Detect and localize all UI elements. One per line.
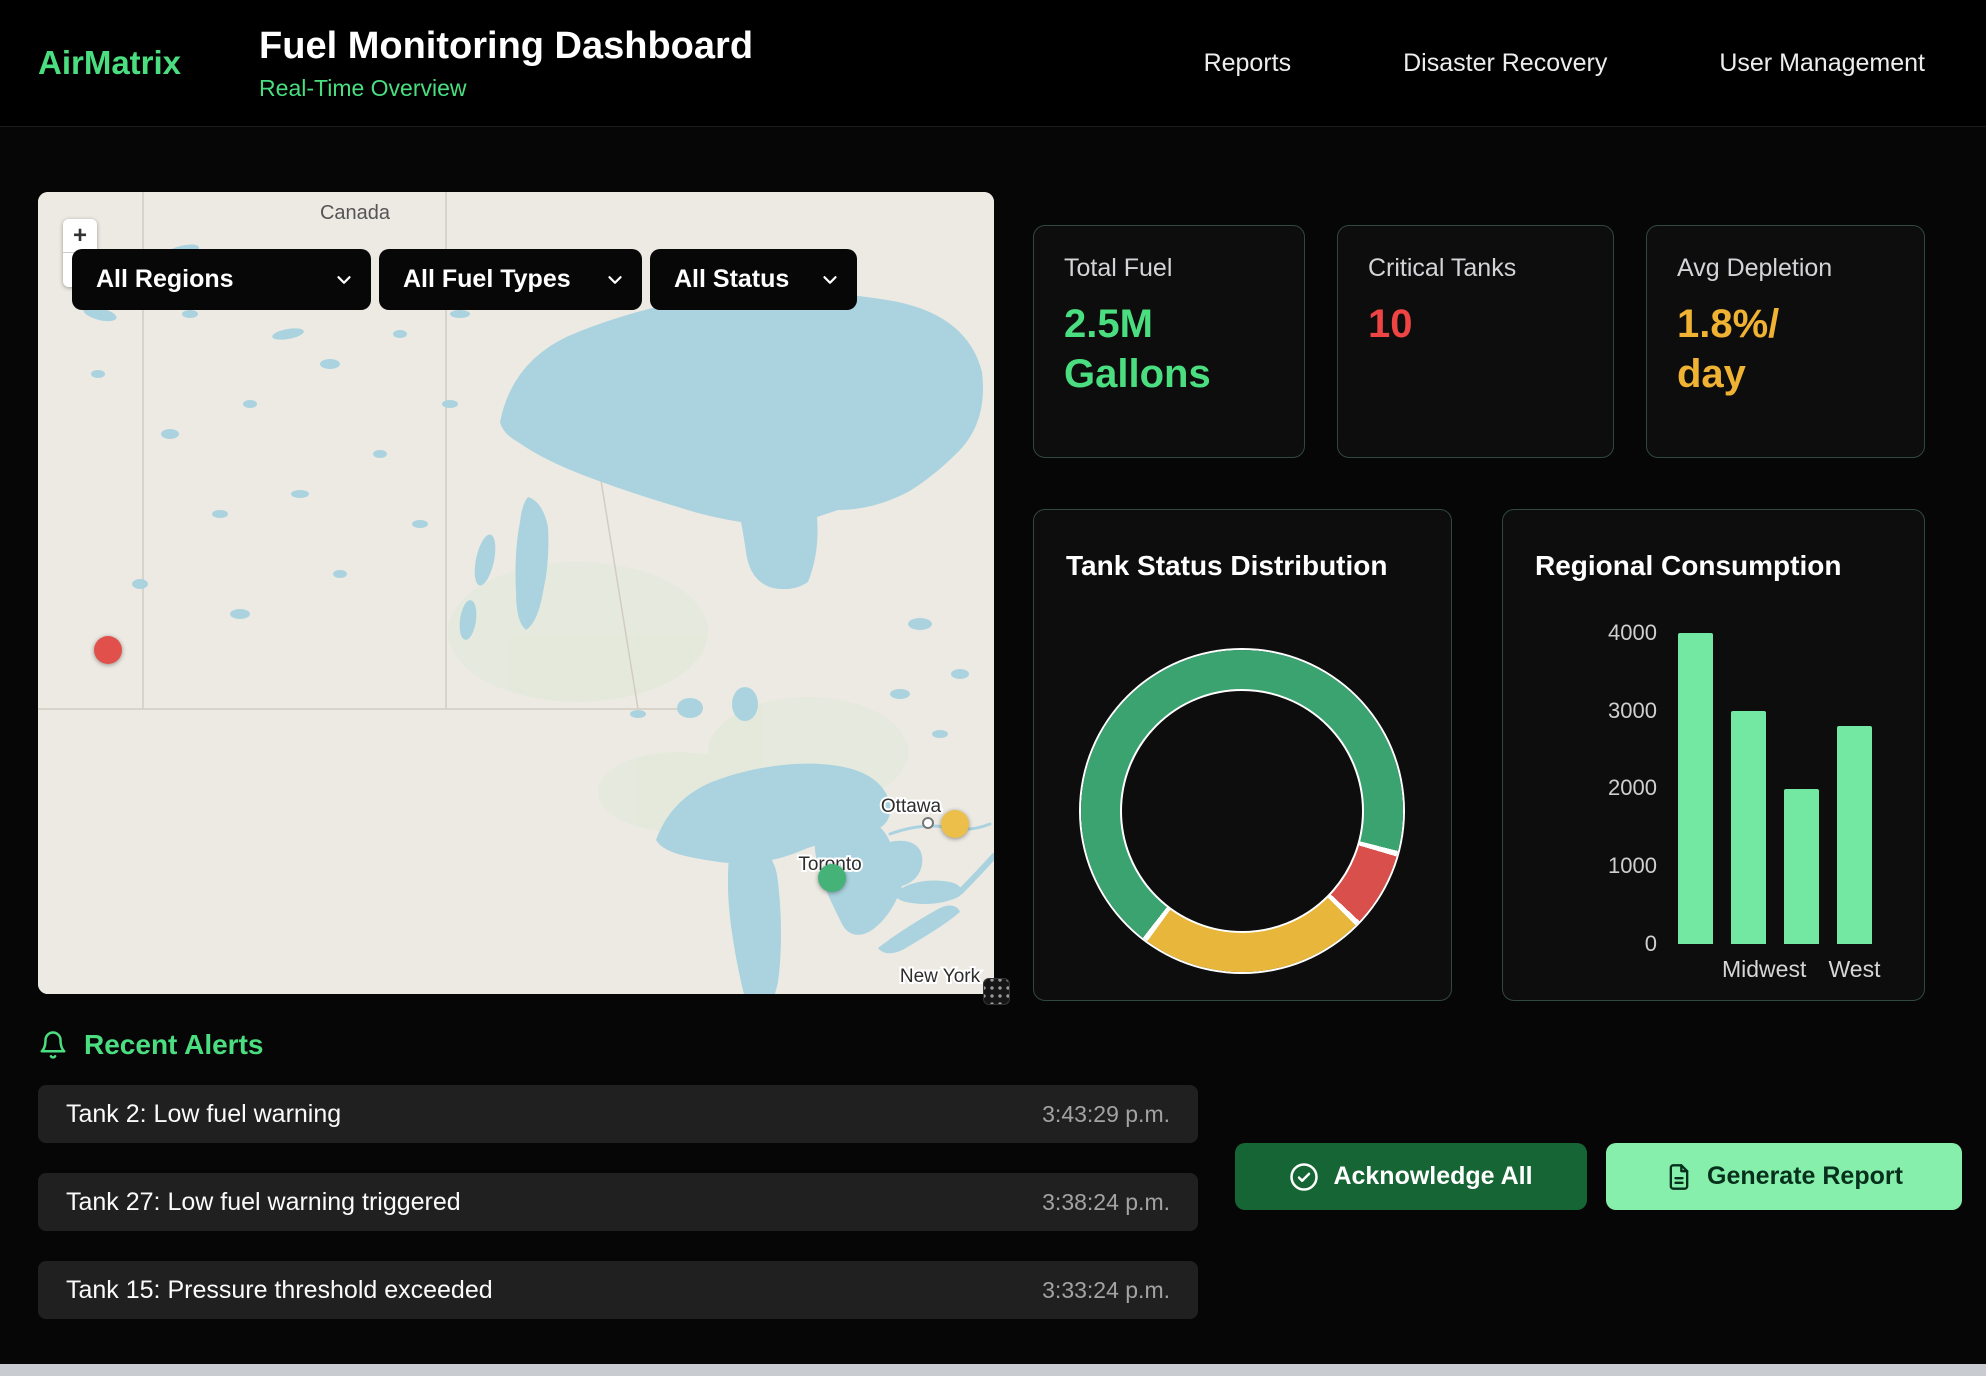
fuel-type-filter-value: All Fuel Types <box>403 265 571 294</box>
regional-consumption-card: Regional Consumption 4000 3000 2000 1000… <box>1502 509 1925 1001</box>
alert-timestamp: 3:38:24 p.m. <box>1042 1189 1170 1216</box>
alert-row[interactable]: Tank 2: Low fuel warning 3:43:29 p.m. <box>38 1085 1198 1143</box>
chart-title: Regional Consumption <box>1535 550 1841 582</box>
alert-message: Tank 15: Pressure threshold exceeded <box>66 1276 493 1305</box>
region-filter-value: All Regions <box>96 265 234 294</box>
map[interactable]: Canada Ottawa Toronto New York + − All R… <box>38 192 994 994</box>
critical-tanks-card: Critical Tanks 10 <box>1337 225 1614 458</box>
map-label-new-york: New York <box>900 966 981 987</box>
donut-hole <box>1120 689 1365 934</box>
stat-value: 1.8%/ day <box>1677 299 1894 399</box>
document-icon <box>1665 1163 1693 1191</box>
stat-value: 2.5M Gallons <box>1064 299 1274 399</box>
recent-alerts-title: Recent Alerts <box>84 1029 263 1061</box>
horizontal-scrollbar[interactable] <box>0 1364 1986 1376</box>
x-axis-label: West <box>1828 956 1881 983</box>
acknowledge-all-label: Acknowledge All <box>1333 1162 1532 1191</box>
x-axis-label: Midwest <box>1722 956 1775 983</box>
y-axis-tick: 0 <box>1527 931 1657 957</box>
brand-logo[interactable]: AirMatrix <box>38 44 181 82</box>
x-axis: Midwest West <box>1669 956 1881 983</box>
tank-status-distribution-card: Tank Status Distribution <box>1033 509 1452 1001</box>
bar[interactable] <box>1731 711 1766 944</box>
alert-message: Tank 2: Low fuel warning <box>66 1100 341 1129</box>
stat-value: 10 <box>1368 299 1583 349</box>
map-label-canada: Canada <box>320 202 391 224</box>
y-axis-tick: 3000 <box>1527 698 1657 724</box>
y-axis-tick: 4000 <box>1527 620 1657 646</box>
map-filter-bar: All Regions All Fuel Types All Status <box>72 249 857 310</box>
main-nav: Reports Disaster Recovery User Managemen… <box>1204 49 1925 78</box>
generate-report-label: Generate Report <box>1707 1162 1903 1191</box>
acknowledge-all-button[interactable]: Acknowledge All <box>1235 1143 1587 1210</box>
page-subtitle: Real-Time Overview <box>259 75 753 102</box>
map-canvas: Canada Ottawa Toronto New York <box>38 192 994 994</box>
generate-report-button[interactable]: Generate Report <box>1606 1143 1962 1210</box>
app-header: AirMatrix Fuel Monitoring Dashboard Real… <box>0 0 1986 127</box>
x-axis-label <box>1775 956 1828 983</box>
region-filter-dropdown[interactable]: All Regions <box>72 249 371 310</box>
status-filter-dropdown[interactable]: All Status <box>650 249 857 310</box>
town-symbol <box>923 818 933 828</box>
stat-label: Critical Tanks <box>1368 254 1583 283</box>
avg-depletion-card: Avg Depletion 1.8%/ day <box>1646 225 1925 458</box>
map-marker-warning[interactable] <box>941 810 969 838</box>
zoom-in-button[interactable]: + <box>63 219 97 253</box>
chart-title: Tank Status Distribution <box>1066 550 1388 582</box>
alert-row[interactable]: Tank 15: Pressure threshold exceeded 3:3… <box>38 1261 1198 1319</box>
map-marker-critical[interactable] <box>94 636 122 664</box>
title-block: Fuel Monitoring Dashboard Real-Time Over… <box>259 25 753 102</box>
alert-row[interactable]: Tank 27: Low fuel warning triggered 3:38… <box>38 1173 1198 1231</box>
stat-label: Avg Depletion <box>1677 254 1894 283</box>
alert-timestamp: 3:33:24 p.m. <box>1042 1277 1170 1304</box>
total-fuel-card: Total Fuel 2.5M Gallons <box>1033 225 1305 458</box>
y-axis-tick: 1000 <box>1527 853 1657 879</box>
stat-label: Total Fuel <box>1064 254 1274 283</box>
check-circle-icon <box>1289 1162 1319 1192</box>
chevron-down-icon <box>604 269 626 291</box>
bar[interactable] <box>1678 633 1713 944</box>
bar-plot <box>1669 633 1881 944</box>
nav-reports[interactable]: Reports <box>1204 49 1292 78</box>
fuel-type-filter-dropdown[interactable]: All Fuel Types <box>379 249 642 310</box>
bar[interactable] <box>1784 789 1819 945</box>
chevron-down-icon <box>819 269 841 291</box>
nav-user-management[interactable]: User Management <box>1719 49 1925 78</box>
nav-disaster-recovery[interactable]: Disaster Recovery <box>1403 49 1607 78</box>
map-marker-normal[interactable] <box>818 864 846 892</box>
status-filter-value: All Status <box>674 265 789 294</box>
page-title: Fuel Monitoring Dashboard <box>259 25 753 68</box>
alert-timestamp: 3:43:29 p.m. <box>1042 1101 1170 1128</box>
bar[interactable] <box>1837 726 1872 944</box>
recent-alerts-header: Recent Alerts <box>38 1029 263 1061</box>
chevron-down-icon <box>333 269 355 291</box>
donut-chart[interactable] <box>1081 650 1403 972</box>
bell-icon <box>38 1030 68 1060</box>
x-axis-label <box>1669 956 1722 983</box>
map-resize-handle[interactable] <box>983 978 1010 1005</box>
alert-message: Tank 27: Low fuel warning triggered <box>66 1188 461 1217</box>
map-label-ottawa: Ottawa <box>881 796 942 817</box>
y-axis-tick: 2000 <box>1527 775 1657 801</box>
